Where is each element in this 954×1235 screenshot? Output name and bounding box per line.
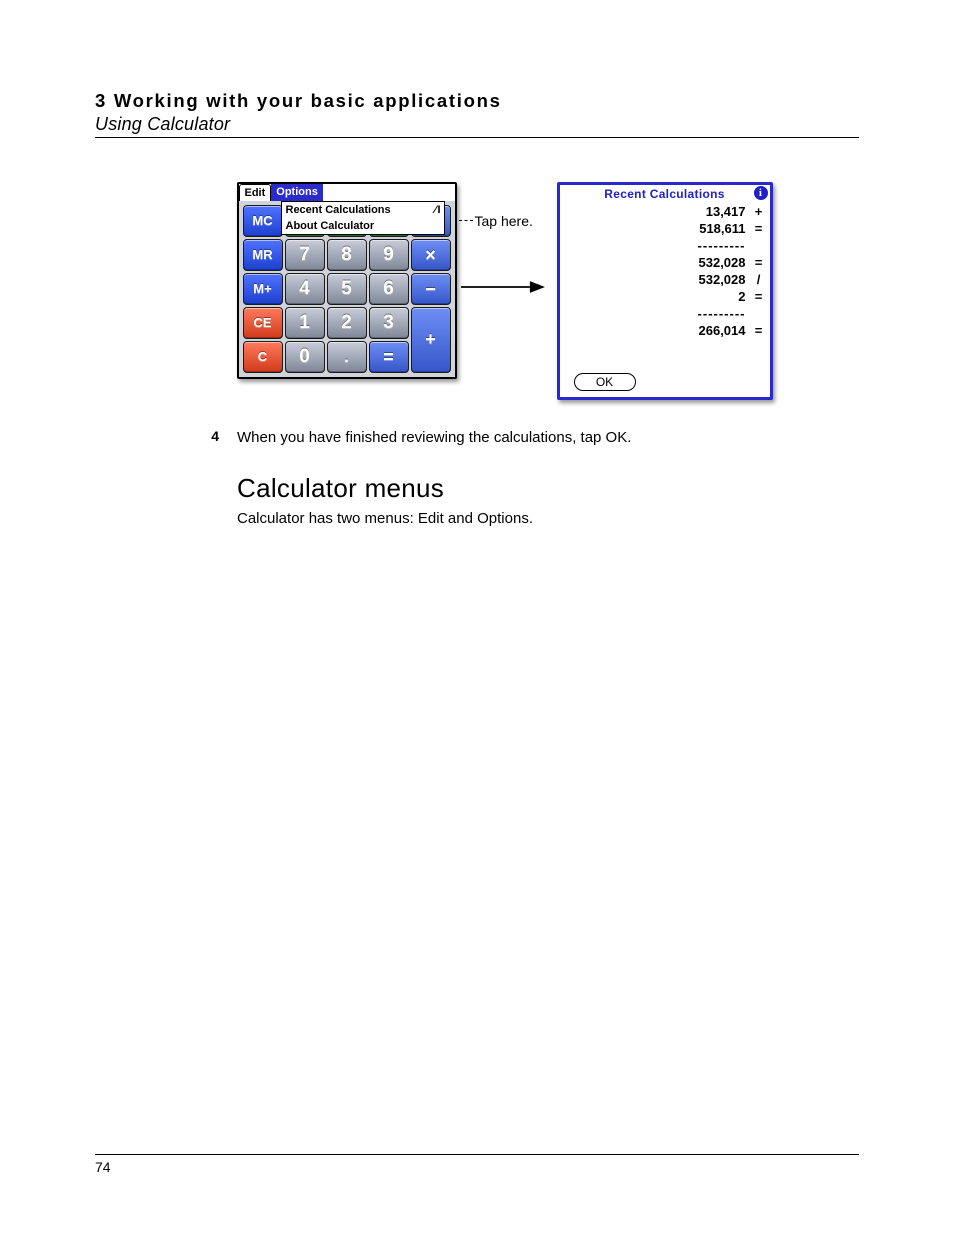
recent-calculations-screenshot: Recent Calculations i 13,417+ 518,611= -… <box>557 182 773 400</box>
page-header: 3 Working with your basic applications U… <box>95 90 859 138</box>
step-number: 4 <box>95 428 237 447</box>
recent-line: 13,417+ <box>560 203 764 220</box>
recent-calculations-title: Recent Calculations i <box>560 185 770 203</box>
key-mplus[interactable]: M+ <box>243 273 283 305</box>
options-menu-dropdown: Recent Calculations ⁄ I About Calculator <box>281 201 445 235</box>
section-subtitle: Using Calculator <box>95 114 859 135</box>
recent-calculations-list: 13,417+ 518,611= --------- 532,028= 532,… <box>560 203 770 369</box>
menu-tab-options[interactable]: Options <box>271 184 324 201</box>
recent-line: 2= <box>560 288 764 305</box>
key-mc[interactable]: MC <box>243 205 283 237</box>
chapter-title: 3 Working with your basic applications <box>95 90 859 112</box>
key-minus[interactable]: − <box>411 273 451 305</box>
page-number: 74 <box>95 1159 111 1175</box>
figure-row: Edit Options Recent Calculations ⁄ I Abo… <box>95 182 859 400</box>
key-ce[interactable]: CE <box>243 307 283 339</box>
annotation-leader-line <box>459 220 473 221</box>
annotation-column: Tap here. <box>457 182 557 210</box>
menu-item-recent-calculations[interactable]: Recent Calculations ⁄ I <box>282 202 444 218</box>
key-multiply[interactable]: × <box>411 239 451 271</box>
menu-tab-edit[interactable]: Edit <box>239 184 272 201</box>
section-heading: Calculator menus <box>237 473 859 503</box>
recent-line: 532,028= <box>560 254 764 271</box>
menu-item-label: Recent Calculations <box>286 204 391 216</box>
recent-line: 266,014= <box>560 322 764 339</box>
recent-line: 518,611= <box>560 220 764 237</box>
key-4[interactable]: 4 <box>285 273 325 305</box>
step-4: 4 When you have finished reviewing the c… <box>95 428 859 447</box>
key-0[interactable]: 0 <box>285 341 325 373</box>
key-equals[interactable]: = <box>369 341 409 373</box>
key-2[interactable]: 2 <box>327 307 367 339</box>
recent-divider: --------- <box>560 237 764 254</box>
key-6[interactable]: 6 <box>369 273 409 305</box>
key-5[interactable]: 5 <box>327 273 367 305</box>
recent-calculations-title-text: Recent Calculations <box>604 187 724 201</box>
arrow-icon <box>461 278 545 296</box>
key-plus[interactable]: + <box>411 307 451 373</box>
menu-item-shortcut: ⁄ I <box>435 203 440 217</box>
key-3[interactable]: 3 <box>369 307 409 339</box>
menu-item-about-calculator[interactable]: About Calculator <box>282 218 444 234</box>
recent-divider: --------- <box>560 305 764 322</box>
key-7[interactable]: 7 <box>285 239 325 271</box>
key-9[interactable]: 9 <box>369 239 409 271</box>
key-c[interactable]: C <box>243 341 283 373</box>
key-mr[interactable]: MR <box>243 239 283 271</box>
calculator-screenshot: Edit Options Recent Calculations ⁄ I Abo… <box>237 182 457 379</box>
annotation-tap-here: Tap here. <box>475 213 533 229</box>
recent-line: 532,028/ <box>560 271 764 288</box>
key-8[interactable]: 8 <box>327 239 367 271</box>
section-paragraph: Calculator has two menus: Edit and Optio… <box>237 509 859 528</box>
step-text: When you have finished reviewing the cal… <box>237 428 859 447</box>
key-dot[interactable]: . <box>327 341 367 373</box>
info-icon[interactable]: i <box>754 186 768 200</box>
ok-button[interactable]: OK <box>574 373 636 391</box>
calculator-menubar: Edit Options <box>239 184 455 201</box>
page-footer: 74 <box>95 1154 859 1175</box>
key-1[interactable]: 1 <box>285 307 325 339</box>
